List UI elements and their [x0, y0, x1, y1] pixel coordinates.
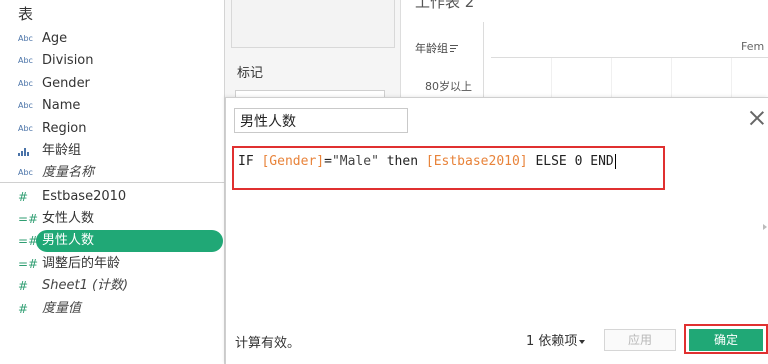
field-label: Name [42, 98, 81, 113]
worksheet-view: 工作表 2 年龄组 Fem 80岁以上 [400, 0, 768, 100]
string-type-icon: Abc [18, 56, 33, 65]
field-female-count[interactable]: =# 女性人数 [0, 208, 225, 230]
apply-button[interactable]: 应用 [604, 329, 676, 351]
column-header[interactable]: 年龄组 [415, 40, 458, 56]
grid-line [731, 58, 732, 100]
field-label: Gender [42, 76, 90, 91]
text-caret [614, 154, 616, 169]
field-age[interactable]: Abc Age [0, 28, 225, 50]
field-label: Age [42, 31, 68, 46]
cards-pane: 标记 [225, 0, 400, 100]
grid-line [551, 58, 552, 100]
dimensions-measures-divider [0, 182, 225, 183]
field-label: 年龄组 [42, 143, 82, 158]
grid-line [671, 58, 672, 100]
field-estbase2010[interactable]: # Estbase2010 [0, 186, 225, 208]
data-pane-section-title: 表 [18, 5, 34, 23]
calculation-editor-dialog: IF [Gender]="Male" then [Estbase2010] EL… [225, 97, 768, 364]
formula-text: IF [Gender]="Male" then [Estbase2010] EL… [238, 154, 616, 169]
string-literal: "Male" [331, 154, 379, 169]
column-value-header: Fem [741, 40, 765, 53]
calc-number-type-icon: =# [18, 257, 39, 271]
ok-button[interactable]: 确定 [689, 329, 763, 351]
field-label: 度量名称 [42, 165, 95, 180]
field-adjusted-age[interactable]: =# 调整后的年龄 [0, 253, 225, 275]
field-measure-values[interactable]: # 度量值 [0, 298, 225, 320]
column-header-label: 年龄组 [415, 42, 448, 55]
worksheet-title: 工作表 2 [415, 0, 475, 11]
field-reference-gender: [Gender] [261, 154, 325, 169]
field-reference-estbase: [Estbase2010] [425, 154, 528, 169]
field-gender[interactable]: Abc Gender [0, 73, 225, 95]
formula-editor[interactable]: IF [Gender]="Male" then [Estbase2010] EL… [232, 146, 665, 190]
field-label: 度量值 [42, 301, 82, 316]
calc-number-type-icon: =# [18, 212, 39, 226]
number-type-icon: # [18, 279, 29, 293]
field-sheet1-count[interactable]: # Sheet1 (计数) [0, 275, 225, 297]
string-type-icon: Abc [18, 124, 33, 133]
field-label: 女性人数 [42, 211, 95, 226]
bins-icon [18, 148, 30, 156]
field-region[interactable]: Abc Region [0, 118, 225, 140]
data-pane: 表 Abc Age Abc Division Abc Gender Abc Na… [0, 0, 225, 364]
filters-card[interactable] [231, 0, 395, 48]
string-type-icon: Abc [18, 168, 33, 177]
dependencies-label: 1 依赖项 [526, 334, 578, 349]
marks-card-title: 标记 [237, 66, 264, 81]
sort-icon[interactable] [450, 45, 458, 53]
keyword-end: END [590, 154, 614, 169]
grid-line [611, 58, 612, 100]
validation-status: 计算有效。 [235, 336, 301, 351]
string-type-icon: Abc [18, 101, 33, 110]
number-literal: 0 [574, 154, 583, 169]
operator-equals: = [324, 154, 332, 169]
calculation-name-input[interactable] [234, 108, 408, 133]
dependencies-dropdown[interactable]: 1 依赖项 [526, 330, 586, 349]
keyword-if: IF [238, 154, 254, 169]
field-name[interactable]: Abc Name [0, 95, 225, 117]
field-label: 调整后的年龄 [42, 256, 121, 271]
field-label: Division [42, 53, 94, 68]
field-male-count[interactable]: =# 男性人数 [0, 230, 225, 252]
close-icon[interactable] [749, 111, 764, 125]
field-age-group[interactable]: 年龄组 [0, 140, 225, 162]
expand-arrow-icon[interactable] [763, 224, 768, 230]
dropdown-arrow-icon [579, 339, 586, 344]
field-label: Estbase2010 [42, 189, 127, 204]
header-divider [483, 22, 484, 100]
string-type-icon: Abc [18, 34, 33, 43]
grid-line [491, 57, 768, 58]
field-label: Sheet1 (计数) [42, 278, 129, 293]
number-type-icon: # [18, 302, 29, 316]
keyword-else: ELSE [535, 154, 567, 169]
field-division[interactable]: Abc Division [0, 50, 225, 72]
keyword-then: then [386, 154, 419, 169]
field-measure-names[interactable]: Abc 度量名称 [0, 162, 225, 184]
calc-number-type-icon: =# [18, 234, 39, 248]
field-label: Region [42, 121, 87, 136]
field-label: 男性人数 [42, 233, 95, 248]
row-header: 80岁以上 [425, 80, 472, 93]
string-type-icon: Abc [18, 79, 33, 88]
number-type-icon: # [18, 190, 29, 204]
